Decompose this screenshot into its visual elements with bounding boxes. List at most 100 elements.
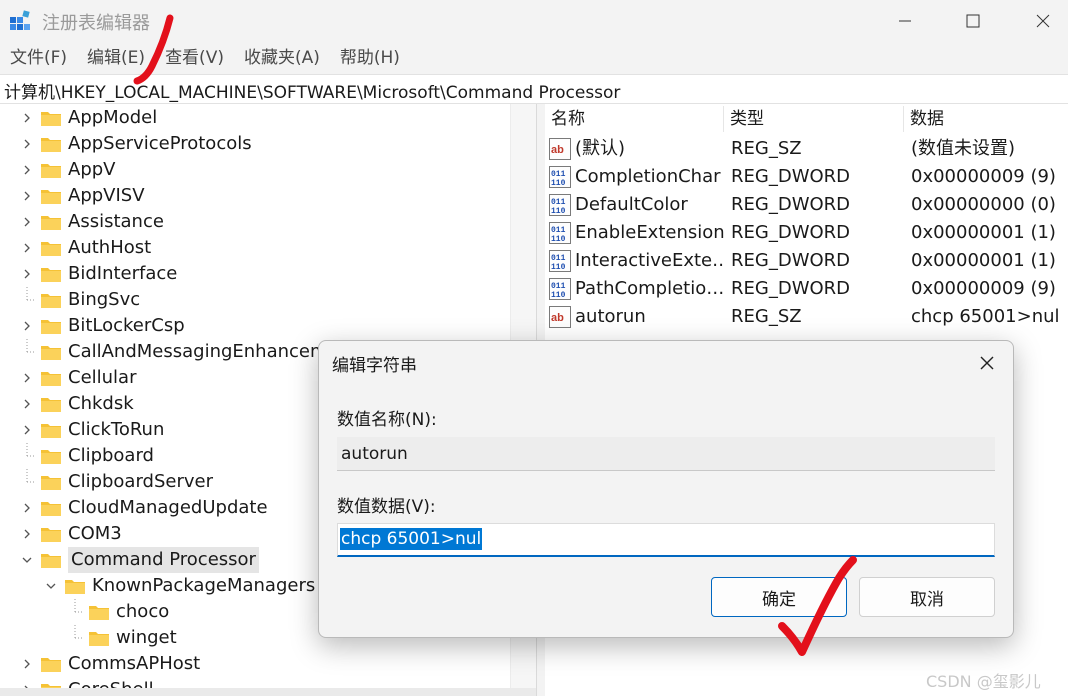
tree-item-label: CommsAPHost (68, 653, 201, 674)
selected-text[interactable]: chcp 65001>nul (340, 528, 483, 550)
address-bar[interactable]: 计算机\HKEY_LOCAL_MACHINE\SOFTWARE\Microsof… (0, 74, 1068, 104)
tree-item[interactable]: winget (66, 625, 177, 651)
chevron-right-icon[interactable] (18, 235, 36, 261)
value-type: REG_DWORD (731, 222, 851, 243)
tree-item[interactable]: Command Processor (18, 547, 259, 573)
tree-item[interactable]: BidInterface (18, 261, 177, 287)
tree-item[interactable]: COM3 (18, 521, 122, 547)
svg-text:011: 011 (551, 170, 566, 179)
value-row[interactable]: 011 110 InteractiveExte… REG_DWORD 0x0000000… (545, 247, 1068, 275)
folder-icon (40, 343, 62, 361)
tree-item-label: AppV (68, 159, 116, 180)
folder-icon (40, 447, 62, 465)
minimize-button[interactable] (882, 0, 928, 42)
horizontal-scrollbar[interactable] (0, 688, 536, 696)
tree-item-label: winget (116, 627, 177, 648)
value-row[interactable]: ab (默认) REG_SZ (数值未设置) (545, 135, 1068, 163)
chevron-right-icon[interactable] (18, 521, 36, 547)
value-row[interactable]: 011 110 CompletionChar REG_DWORD 0x00000009 … (545, 163, 1068, 191)
menu-view[interactable]: 查看(V) (155, 44, 234, 72)
dword-value-icon: 011 110 (549, 250, 571, 272)
chevron-right-icon[interactable] (18, 183, 36, 209)
tree-connector (18, 469, 36, 495)
cancel-button[interactable]: 取消 (859, 577, 995, 617)
tree-item[interactable]: CallAndMessagingEnhancement (18, 339, 357, 365)
tree-item[interactable]: Cellular (18, 365, 136, 391)
window-title: 注册表编辑器 (42, 13, 150, 34)
tree-item[interactable]: BingSvc (18, 287, 140, 313)
value-row[interactable]: 011 110 DefaultColor REG_DWORD 0x00000000 (0… (545, 191, 1068, 219)
chevron-right-icon[interactable] (18, 391, 36, 417)
tree-item[interactable]: ClipboardServer (18, 469, 213, 495)
chevron-right-icon[interactable] (18, 209, 36, 235)
value-name-label: 数值名称(N): (337, 410, 437, 430)
menu-favorites[interactable]: 收藏夹(A) (234, 44, 330, 72)
tree-item[interactable]: choco (66, 599, 169, 625)
edit-string-dialog: 编辑字符串 数值名称(N): autorun 数值数据(V): chcp 650… (318, 340, 1014, 638)
folder-icon (40, 213, 62, 231)
tree-item[interactable]: AppV (18, 157, 115, 183)
tree-item[interactable]: BitLockerCsp (18, 313, 185, 339)
tree-item[interactable]: AppVISV (18, 183, 145, 209)
svg-text:011: 011 (551, 254, 566, 263)
watermark: CSDN @玺影儿 (926, 672, 1041, 691)
tree-item[interactable]: Assistance (18, 209, 164, 235)
column-header-name[interactable]: 名称 (551, 104, 585, 134)
chevron-right-icon[interactable] (18, 261, 36, 287)
value-data: 0x00000001 (1) (911, 250, 1056, 271)
chevron-right-icon[interactable] (18, 651, 36, 677)
column-divider[interactable] (903, 106, 904, 132)
value-row[interactable]: ab autorun REG_SZ chcp 65001>nul (545, 303, 1068, 331)
column-divider[interactable] (723, 106, 724, 132)
chevron-right-icon[interactable] (18, 105, 36, 131)
chevron-right-icon[interactable] (18, 417, 36, 443)
tree-item[interactable]: CloudManagedUpdate (18, 495, 268, 521)
tree-item[interactable]: AuthHost (18, 235, 151, 261)
svg-text:011: 011 (551, 282, 566, 291)
tree-item[interactable]: AppServiceProtocols (18, 131, 252, 157)
chevron-right-icon[interactable] (18, 157, 36, 183)
dialog-close-button[interactable] (971, 349, 1003, 377)
value-row[interactable]: 011 110 PathCompletio… REG_DWORD 0x00000009 … (545, 275, 1068, 303)
chevron-down-icon[interactable] (42, 573, 60, 599)
chevron-right-icon[interactable] (18, 495, 36, 521)
tree-item-label: Chkdsk (68, 393, 134, 414)
tree-item[interactable]: Clipboard (18, 443, 154, 469)
address-path[interactable]: 计算机\HKEY_LOCAL_MACHINE\SOFTWARE\Microsof… (4, 78, 620, 103)
tree-item[interactable]: CoreShell (18, 677, 154, 688)
menu-help[interactable]: 帮助(H) (330, 44, 410, 72)
chevron-right-icon[interactable] (18, 365, 36, 391)
chevron-right-icon[interactable] (18, 677, 36, 688)
value-name: (默认) (575, 138, 626, 159)
value-name-field: autorun (337, 437, 995, 471)
close-icon (1036, 14, 1050, 28)
folder-icon (40, 551, 62, 569)
dialog-title: 编辑字符串 (332, 356, 417, 376)
folder-icon (40, 369, 62, 387)
tree-item-label: KnownPackageManagers (92, 575, 316, 596)
value-row[interactable]: 011 110 EnableExtensions REG_DWORD 0x0000000… (545, 219, 1068, 247)
minimize-icon (899, 20, 911, 22)
svg-text:110: 110 (551, 263, 566, 272)
tree-item[interactable]: KnownPackageManagers (42, 573, 315, 599)
chevron-down-icon[interactable] (18, 547, 36, 573)
tree-item[interactable]: AppModel (18, 105, 157, 131)
column-header-data[interactable]: 数据 (910, 104, 944, 134)
column-header-type[interactable]: 类型 (730, 104, 764, 134)
value-data-input[interactable]: chcp 65001>nul (337, 523, 995, 557)
tree-item[interactable]: ClickToRun (18, 417, 164, 443)
menu-file[interactable]: 文件(F) (0, 44, 77, 72)
chevron-right-icon[interactable] (18, 131, 36, 157)
tree-item[interactable]: CommsAPHost (18, 651, 200, 677)
close-button[interactable] (1020, 0, 1066, 42)
value-name: autorun (575, 306, 646, 327)
ok-button[interactable]: 确定 (711, 577, 847, 617)
value-data-label: 数值数据(V): (337, 497, 436, 517)
value-type: REG_DWORD (731, 166, 851, 187)
folder-icon (64, 577, 86, 595)
tree-item[interactable]: Chkdsk (18, 391, 134, 417)
string-value-icon: ab (549, 138, 571, 160)
chevron-right-icon[interactable] (18, 313, 36, 339)
maximize-button[interactable] (950, 0, 996, 42)
menu-edit[interactable]: 编辑(E) (77, 44, 155, 72)
